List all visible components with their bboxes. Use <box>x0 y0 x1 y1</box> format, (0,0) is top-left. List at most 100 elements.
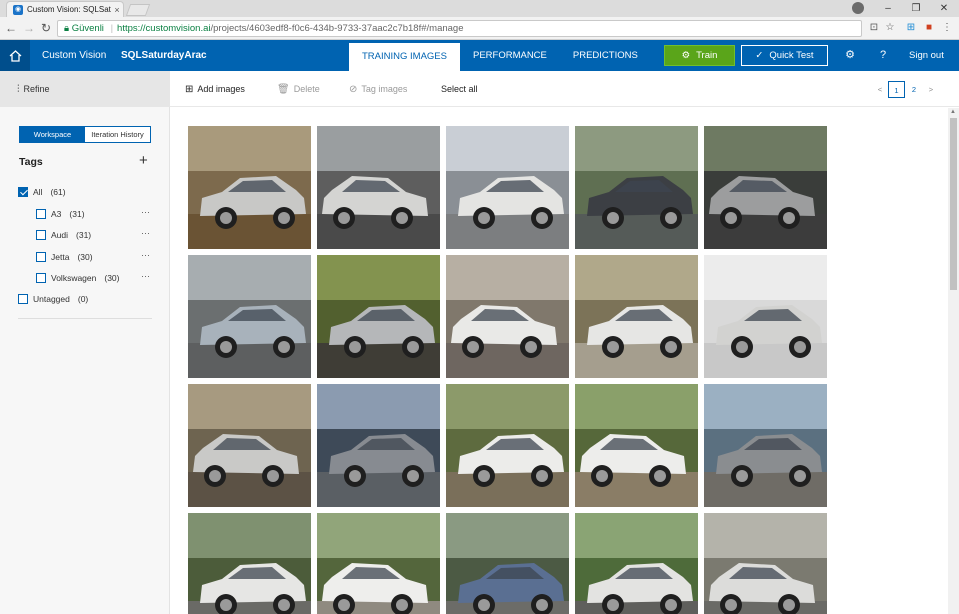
browser-tab-title: Custom Vision: SQLSatur <box>27 5 111 14</box>
training-image-thumbnail[interactable] <box>575 384 698 507</box>
training-image-thumbnail[interactable] <box>188 255 311 378</box>
project-name[interactable]: SQLSaturdayArac <box>121 40 207 71</box>
bookmark-star-icon[interactable]: ☆ <box>884 22 896 34</box>
training-image-thumbnail[interactable] <box>446 126 569 249</box>
scroll-up-icon[interactable]: ▲ <box>950 109 956 115</box>
tab-performance[interactable]: PERFORMANCE <box>460 40 560 71</box>
office-extension-icon[interactable]: ■ <box>923 22 935 34</box>
workspace-tab[interactable]: Workspace <box>20 127 85 142</box>
minimize-icon[interactable]: – <box>875 0 901 17</box>
car-photo <box>188 126 311 249</box>
tag-jetta-count: (30) <box>77 252 93 262</box>
car-photo <box>446 255 569 378</box>
training-image-thumbnail[interactable] <box>317 255 440 378</box>
training-image-thumbnail[interactable] <box>704 384 827 507</box>
tab-close-icon[interactable]: × <box>111 5 123 15</box>
page-1-button[interactable]: 1 <box>888 81 905 98</box>
car-photo <box>704 384 827 507</box>
settings-gear-icon[interactable]: ⚙ <box>843 48 857 62</box>
reload-icon[interactable]: ↻ <box>39 21 53 35</box>
address-bar[interactable]: 🔒︎ Güvenli | https://customvision.ai/proj… <box>57 20 862 37</box>
page-2-button[interactable]: 2 <box>908 81 920 98</box>
home-button[interactable] <box>0 40 30 71</box>
browser-tab[interactable]: ◉ Custom Vision: SQLSatur × <box>6 1 124 17</box>
tag-a3-more-icon[interactable]: ··· <box>141 207 150 217</box>
training-image-thumbnail[interactable] <box>575 513 698 614</box>
car-photo <box>317 126 440 249</box>
tag-all-checkbox[interactable] <box>18 187 28 197</box>
car-photo <box>704 255 827 378</box>
training-image-thumbnail[interactable] <box>188 513 311 614</box>
tag-audi-more-icon[interactable]: ··· <box>141 228 150 238</box>
iteration-history-tab[interactable]: Iteration History <box>85 127 150 142</box>
refine-panel-toggle[interactable]: ⫶ Refine <box>0 71 170 107</box>
tab-predictions[interactable]: PREDICTIONS <box>560 40 651 71</box>
tag-images-button[interactable]: ⊘ Tag images <box>349 71 407 107</box>
training-image-thumbnail[interactable] <box>188 126 311 249</box>
training-image-thumbnail[interactable] <box>317 384 440 507</box>
training-image-thumbnail[interactable] <box>704 255 827 378</box>
tag-a3-count: (31) <box>69 209 85 219</box>
car-photo <box>317 513 440 614</box>
tag-volkswagen-more-icon[interactable]: ··· <box>141 271 150 281</box>
home-icon <box>9 49 21 62</box>
training-image-thumbnail[interactable] <box>575 126 698 249</box>
tag-item-jetta[interactable]: Jetta (30) <box>36 250 93 264</box>
training-image-thumbnail[interactable] <box>446 513 569 614</box>
tag-all[interactable]: All (61) <box>18 185 66 199</box>
tag-audi-checkbox[interactable] <box>36 230 46 240</box>
restore-icon[interactable]: ❐ <box>903 0 929 17</box>
quick-test-button[interactable]: ✓ Quick Test <box>741 45 828 66</box>
training-image-thumbnail[interactable] <box>317 513 440 614</box>
training-image-thumbnail[interactable] <box>704 126 827 249</box>
training-image-thumbnail[interactable] <box>575 255 698 378</box>
translate-icon[interactable]: ⊡ <box>868 22 880 34</box>
browser-menu-icon[interactable]: ⋮ <box>941 22 953 34</box>
prev-page-button[interactable]: < <box>875 81 885 98</box>
tag-volkswagen-label: Volkswagen <box>51 273 97 283</box>
car-photo <box>446 513 569 614</box>
tag-untagged-checkbox[interactable] <box>18 294 28 304</box>
select-all-button[interactable]: Select all <box>441 71 478 107</box>
next-page-button[interactable]: > <box>926 81 936 98</box>
scrollbar-thumb[interactable] <box>950 118 957 290</box>
profile-icon[interactable] <box>852 2 864 14</box>
browser-tab-strip: ◉ Custom Vision: SQLSatur × – ❐ ✕ <box>0 0 959 17</box>
training-image-thumbnail[interactable] <box>446 384 569 507</box>
tab-training-images[interactable]: TRAINING IMAGES <box>349 43 460 73</box>
tag-audi-count: (31) <box>76 230 92 240</box>
app-header: Custom Vision SQLSaturdayArac TRAINING I… <box>0 40 959 73</box>
workspace-toggle: Workspace Iteration History <box>19 126 151 143</box>
windows-extension-icon[interactable]: ⊞ <box>905 22 917 34</box>
add-images-button[interactable]: ⊞ Add images <box>185 71 245 107</box>
training-image-thumbnail[interactable] <box>317 126 440 249</box>
images-toolbar: ⊞ Add images 🗑︎ Delete ⊘ Tag images Sele… <box>170 71 959 107</box>
select-all-label: Select all <box>441 84 478 94</box>
tag-volkswagen-checkbox[interactable] <box>36 273 46 283</box>
tag-item-a3[interactable]: A3 (31) <box>36 207 85 221</box>
tag-untagged[interactable]: Untagged (0) <box>18 292 88 306</box>
car-photo <box>188 255 311 378</box>
delete-button[interactable]: 🗑︎ Delete <box>277 71 320 107</box>
new-tab-button[interactable] <box>125 4 151 16</box>
help-icon[interactable]: ? <box>876 48 890 62</box>
car-photo <box>575 513 698 614</box>
training-image-thumbnail[interactable] <box>446 255 569 378</box>
car-photo <box>575 126 698 249</box>
grid-scrollbar[interactable]: ▲ <box>948 108 959 614</box>
training-image-thumbnail[interactable] <box>704 513 827 614</box>
tag-jetta-checkbox[interactable] <box>36 252 46 262</box>
back-icon[interactable]: ← <box>4 21 18 35</box>
tag-jetta-more-icon[interactable]: ··· <box>141 250 150 260</box>
train-button[interactable]: ⚙ Train <box>664 45 735 66</box>
app-name[interactable]: Custom Vision <box>42 40 106 71</box>
checkmark-icon: ✓ <box>755 50 764 61</box>
add-tag-icon[interactable]: + <box>139 153 148 169</box>
sign-out-link[interactable]: Sign out <box>909 40 944 71</box>
training-image-thumbnail[interactable] <box>188 384 311 507</box>
tag-a3-checkbox[interactable] <box>36 209 46 219</box>
tag-item-audi[interactable]: Audi (31) <box>36 228 91 242</box>
window-close-icon[interactable]: ✕ <box>931 0 957 17</box>
tag-item-volkswagen[interactable]: Volkswagen (30) <box>36 271 120 285</box>
forward-icon[interactable]: → <box>22 21 36 35</box>
